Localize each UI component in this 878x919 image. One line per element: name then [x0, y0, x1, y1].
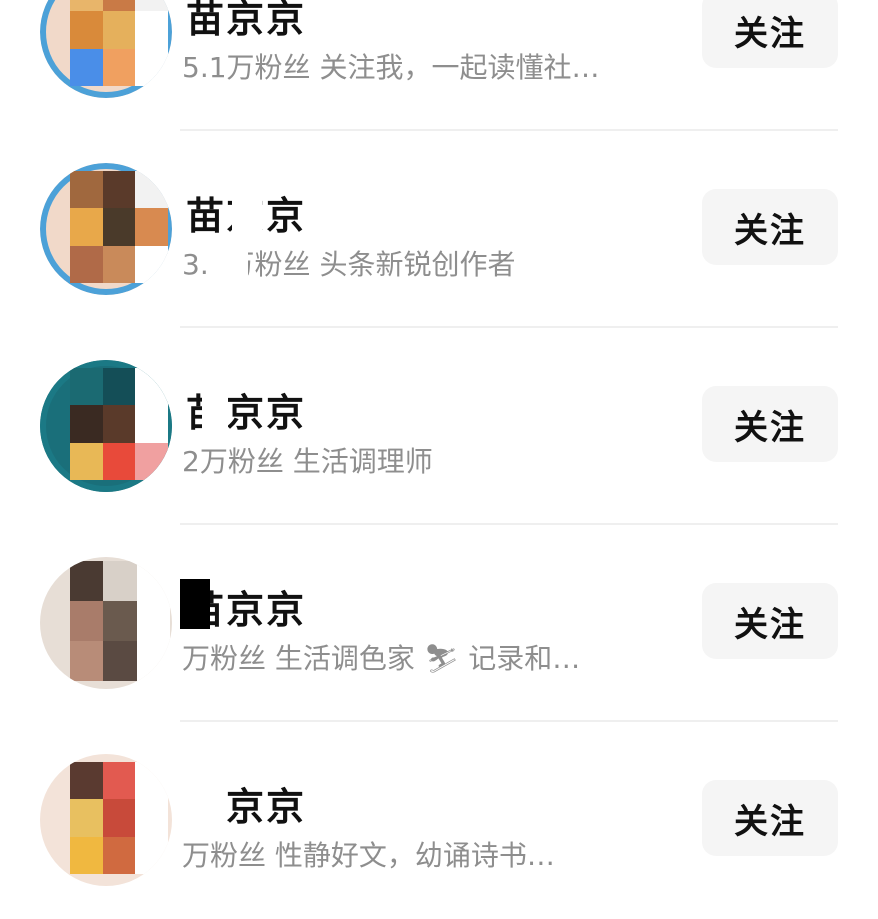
account-desc: 2万粉丝 生活调理师 — [182, 440, 672, 480]
account-desc: 万粉丝 性静好文，幼诵诗书… — [182, 834, 672, 874]
follower-count: 5.1万粉丝 — [182, 51, 311, 84]
privacy-mask — [186, 776, 224, 826]
account-row[interactable]: 苗京京 3.6万粉丝 头条新锐创作者 关注 — [0, 131, 878, 328]
account-list: 苗京京 5.1万粉丝 关注我，一起读懂社… 关注 苗京京 3.6万粉丝 头条新锐… — [0, 0, 878, 919]
account-row[interactable]: 苗京京 万粉丝 性静好文，幼诵诗书… 关注 — [0, 722, 878, 919]
follow-button[interactable]: 关注 — [702, 189, 838, 265]
account-row[interactable]: 苗京京 5.1万粉丝 关注我，一起读懂社… 关注 — [0, 0, 878, 131]
account-row[interactable]: 苗京京 2万粉丝 生活调理师 关注 — [0, 328, 878, 525]
avatar[interactable] — [40, 163, 172, 295]
privacy-mask — [202, 382, 228, 432]
avatar[interactable] — [40, 557, 172, 689]
follower-count: 2万粉丝 — [182, 445, 284, 478]
follow-button[interactable]: 关注 — [702, 0, 838, 68]
privacy-mask — [180, 579, 210, 629]
privacy-mask — [232, 185, 262, 235]
account-name[interactable]: 苗京京 — [186, 0, 306, 43]
follow-button[interactable]: 关注 — [702, 583, 838, 659]
avatar[interactable] — [40, 360, 172, 492]
follower-count: 万粉丝 — [182, 642, 267, 675]
account-bio: 生活调理师 — [292, 445, 433, 478]
follow-button[interactable]: 关注 — [702, 780, 838, 856]
follower-count: 万粉丝 — [182, 839, 267, 872]
follow-button[interactable]: 关注 — [702, 386, 838, 462]
account-bio: 性静好文，幼诵诗书… — [274, 839, 555, 872]
avatar[interactable] — [40, 0, 172, 98]
privacy-mask — [206, 241, 248, 281]
account-bio: 生活调色家 — [274, 642, 415, 675]
avatar[interactable] — [40, 754, 172, 886]
account-bio-continued: 记录和… — [468, 642, 581, 675]
account-bio: 头条新锐创作者 — [319, 248, 516, 281]
account-desc: 万粉丝 生活调色家 ⛷ 记录和… — [182, 637, 672, 677]
account-row[interactable]: 苗京京 万粉丝 生活调色家 ⛷ 记录和… 关注 — [0, 525, 878, 722]
account-desc: 5.1万粉丝 关注我，一起读懂社… — [182, 46, 672, 86]
account-bio: 关注我，一起读懂社… — [319, 51, 600, 84]
account-desc: 3.6万粉丝 头条新锐创作者 — [182, 243, 672, 283]
skier-emoji-icon: ⛷ — [423, 642, 460, 675]
